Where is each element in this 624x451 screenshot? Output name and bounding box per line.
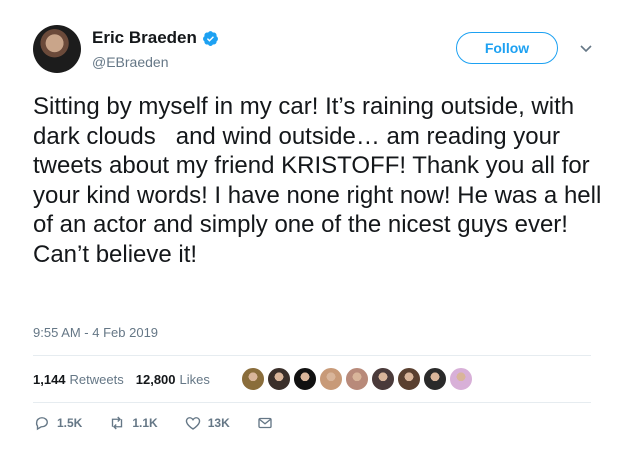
retweet-button[interactable]: 1.1K xyxy=(108,414,158,432)
retweet-icon xyxy=(112,416,123,430)
liker-avatar[interactable] xyxy=(267,367,291,391)
retweets-label: Retweets xyxy=(69,372,124,387)
liker-avatar[interactable] xyxy=(319,367,343,391)
like-button[interactable]: 13K xyxy=(184,414,230,432)
user-handle[interactable]: @EBraeden xyxy=(92,54,168,70)
liker-avatar[interactable] xyxy=(241,367,265,391)
likes-stat[interactable]: 12,800 Likes xyxy=(136,372,210,387)
tweet-stats: 1,144 Retweets 12,800 Likes xyxy=(33,372,210,387)
likes-label: Likes xyxy=(179,372,210,387)
reply-icon xyxy=(35,417,48,431)
envelope-icon xyxy=(258,417,272,429)
retweet-count: 1.1K xyxy=(132,416,158,430)
like-count: 13K xyxy=(207,416,230,430)
divider xyxy=(33,355,591,356)
follow-button[interactable]: Follow xyxy=(456,32,558,64)
liker-avatar[interactable] xyxy=(345,367,369,391)
display-name[interactable]: Eric Braeden xyxy=(92,28,197,48)
liker-avatar[interactable] xyxy=(449,367,473,391)
liker-avatar[interactable] xyxy=(371,367,395,391)
verified-badge-icon xyxy=(202,30,218,46)
liker-avatar[interactable] xyxy=(397,367,421,391)
user-name-row: Eric Braeden xyxy=(92,28,219,48)
divider xyxy=(33,402,591,403)
liker-avatar[interactable] xyxy=(293,367,317,391)
retweets-count: 1,144 xyxy=(33,372,66,387)
direct-message-button[interactable] xyxy=(256,414,280,432)
heart-icon xyxy=(185,417,200,430)
liker-avatar[interactable] xyxy=(423,367,447,391)
chevron-down-icon[interactable] xyxy=(578,40,594,56)
reply-button[interactable]: 1.5K xyxy=(33,414,82,432)
tweet-text: Sitting by myself in my car! It’s rainin… xyxy=(33,93,608,268)
retweets-stat[interactable]: 1,144 Retweets xyxy=(33,372,124,387)
tweet-actions: 1.5K 1.1K 13K xyxy=(33,414,306,432)
likes-count: 12,800 xyxy=(135,372,176,387)
reply-count: 1.5K xyxy=(57,416,83,430)
liker-avatars xyxy=(241,367,475,391)
tweet-timestamp[interactable]: 9:55 AM - 4 Feb 2019 xyxy=(33,325,158,340)
avatar[interactable] xyxy=(33,25,81,73)
